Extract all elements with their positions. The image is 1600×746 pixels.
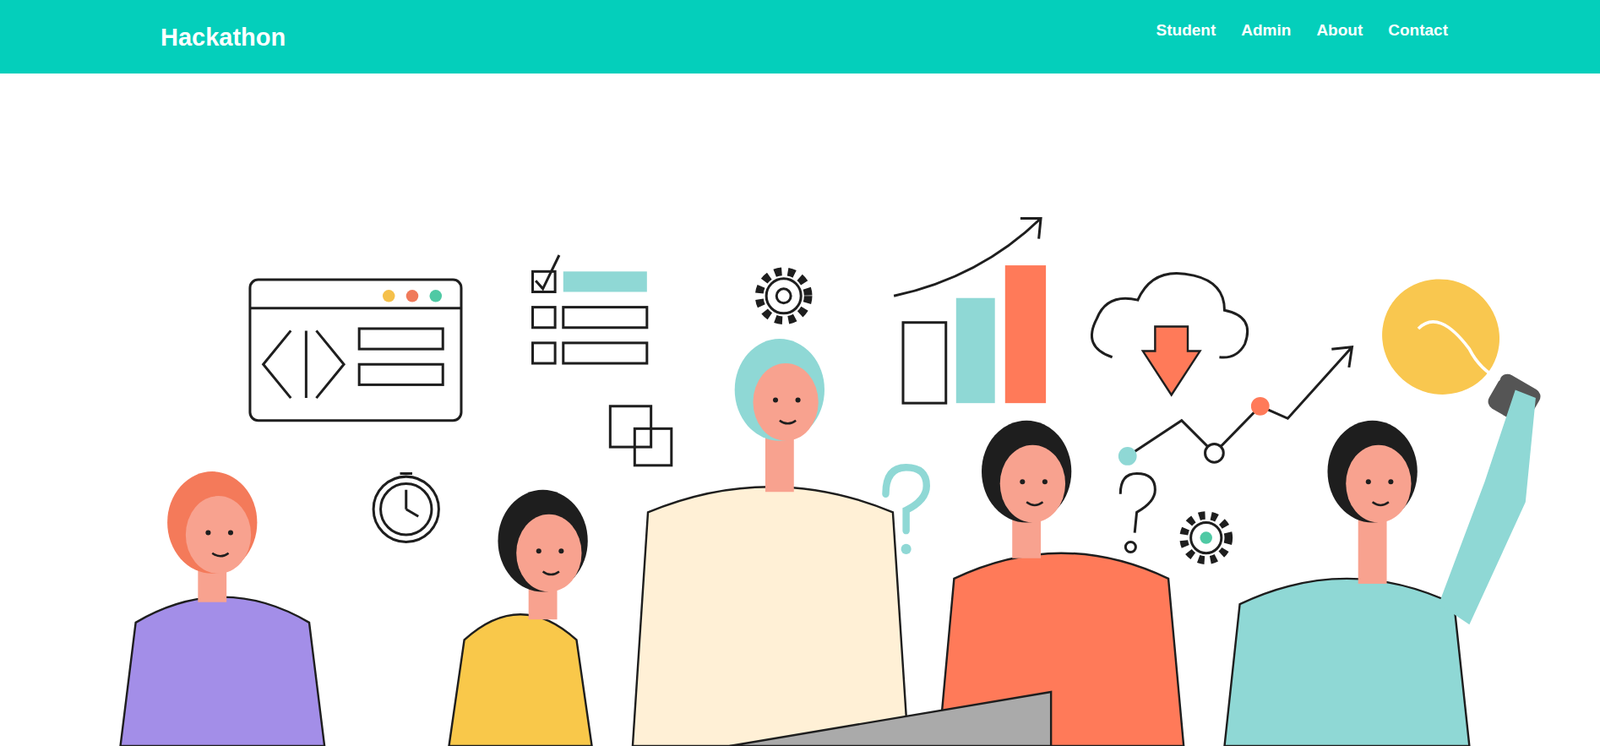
brand-link[interactable]: Hackathon: [160, 16, 286, 52]
nav-item: About: [1316, 21, 1363, 40]
nav-link[interactable]: Admin: [1240, 21, 1291, 39]
nav-item: Student: [1156, 21, 1217, 40]
gear-icon: [759, 271, 809, 321]
person-figure: [632, 338, 909, 746]
nav-link[interactable]: About: [1316, 21, 1363, 39]
laptop-icon: [729, 691, 1051, 746]
nav-links: Student Admin About Contact: [1156, 21, 1448, 49]
person-figure: [1224, 420, 1470, 746]
person-figure: [938, 420, 1184, 746]
page: Hackathon Student Admin About Contact: [0, 0, 1600, 746]
cloud-download-icon: [1091, 272, 1247, 395]
line-chart-icon: [1118, 347, 1353, 466]
person-figure: [448, 489, 592, 746]
nav-link[interactable]: Contact: [1387, 21, 1448, 39]
person-figure: [120, 471, 326, 746]
hero-banner: [0, 73, 1600, 746]
raised-arm: [1438, 389, 1536, 625]
nav-item: Contact: [1387, 21, 1448, 40]
navbar: Hackathon Student Admin About Contact: [0, 0, 1600, 74]
code-window-icon: [250, 279, 462, 421]
hackathon-illustration: [0, 73, 1600, 746]
gear-icon: [1183, 515, 1229, 561]
nav-item: Admin: [1240, 21, 1291, 40]
nav-link[interactable]: Student: [1156, 21, 1217, 39]
stopwatch-icon: [373, 473, 439, 542]
checklist-icon: [533, 255, 648, 364]
squares-icon: [609, 406, 671, 466]
bar-chart-icon: [893, 218, 1046, 404]
